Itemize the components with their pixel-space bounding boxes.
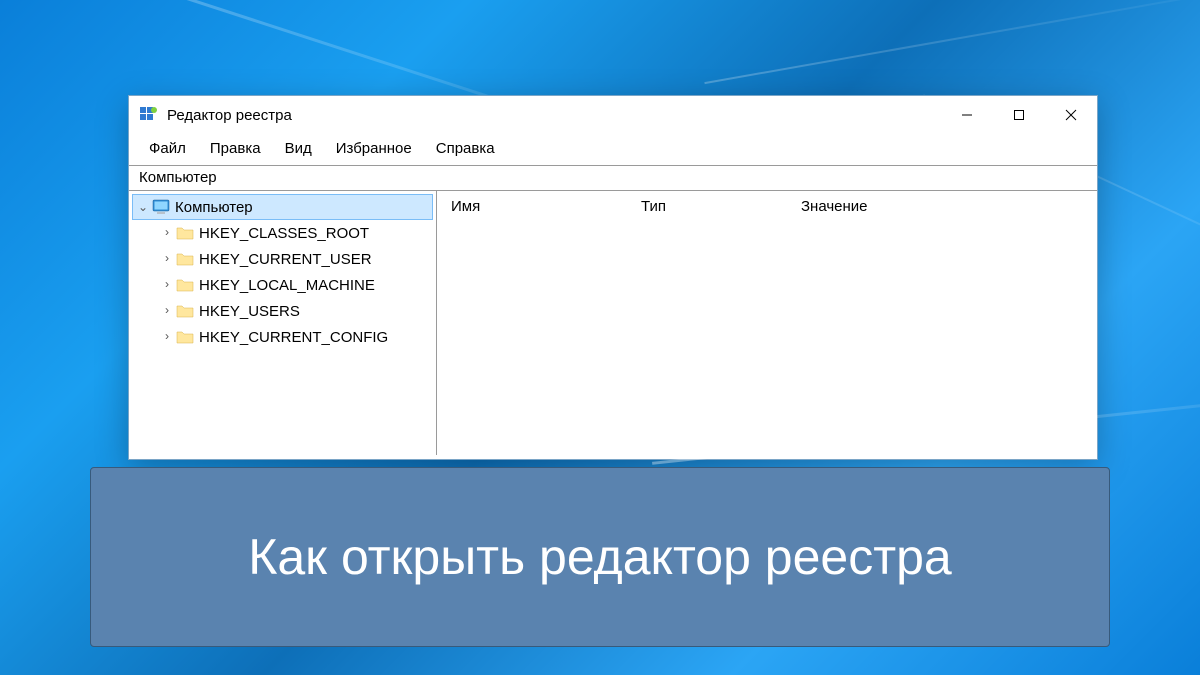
address-bar[interactable]: Компьютер [129,166,1097,191]
column-headers: Имя Тип Значение [437,191,1097,221]
tree-hive-label: HKEY_CURRENT_CONFIG [199,329,388,346]
computer-icon [151,197,171,217]
menubar: Файл Правка Вид Избранное Справка [129,134,1097,166]
menu-edit[interactable]: Правка [198,138,273,159]
tree-hive[interactable]: › HKEY_CURRENT_USER [129,246,436,272]
folder-icon [175,301,195,321]
chevron-right-icon[interactable]: › [159,252,175,266]
folder-icon [175,249,195,269]
minimize-button[interactable] [941,96,993,134]
column-value[interactable]: Значение [787,194,1097,219]
titlebar[interactable]: Редактор реестра [129,96,1097,134]
chevron-right-icon[interactable]: › [159,330,175,344]
tree-hive-label: HKEY_LOCAL_MACHINE [199,277,375,294]
values-pane[interactable]: Имя Тип Значение [437,191,1097,455]
menu-help[interactable]: Справка [424,138,507,159]
chevron-right-icon[interactable]: › [159,304,175,318]
tree-root-label: Компьютер [175,199,253,216]
caption-text: Как открыть редактор реестра [248,526,952,589]
menu-favorites[interactable]: Избранное [324,138,424,159]
tree-hive-label: HKEY_USERS [199,303,300,320]
tree-hive[interactable]: › HKEY_CURRENT_CONFIG [129,324,436,350]
caption-banner: Как открыть редактор реестра [90,467,1110,647]
chevron-right-icon[interactable]: › [159,226,175,240]
tree-hive-label: HKEY_CLASSES_ROOT [199,225,369,242]
tree-hive[interactable]: › HKEY_CLASSES_ROOT [129,220,436,246]
folder-icon [175,327,195,347]
address-text: Компьютер [139,169,217,186]
tree-pane[interactable]: ⌄ Компьютер › HKEY_CLASSES_ROOT [129,191,437,455]
tree-hive[interactable]: › HKEY_USERS [129,298,436,324]
close-button[interactable] [1045,96,1097,134]
column-name[interactable]: Имя [437,194,627,219]
regedit-icon [139,106,157,124]
tree-hive-label: HKEY_CURRENT_USER [199,251,372,268]
tree-hive[interactable]: › HKEY_LOCAL_MACHINE [129,272,436,298]
tree-root[interactable]: ⌄ Компьютер [132,194,433,220]
menu-view[interactable]: Вид [273,138,324,159]
folder-icon [175,223,195,243]
registry-editor-window: Редактор реестра Файл Правка Вид Избранн… [128,95,1098,460]
column-type[interactable]: Тип [627,194,787,219]
maximize-button[interactable] [993,96,1045,134]
menu-file[interactable]: Файл [137,138,198,159]
chevron-right-icon[interactable]: › [159,278,175,292]
chevron-down-icon[interactable]: ⌄ [135,200,151,215]
folder-icon [175,275,195,295]
window-title: Редактор реестра [167,107,292,124]
